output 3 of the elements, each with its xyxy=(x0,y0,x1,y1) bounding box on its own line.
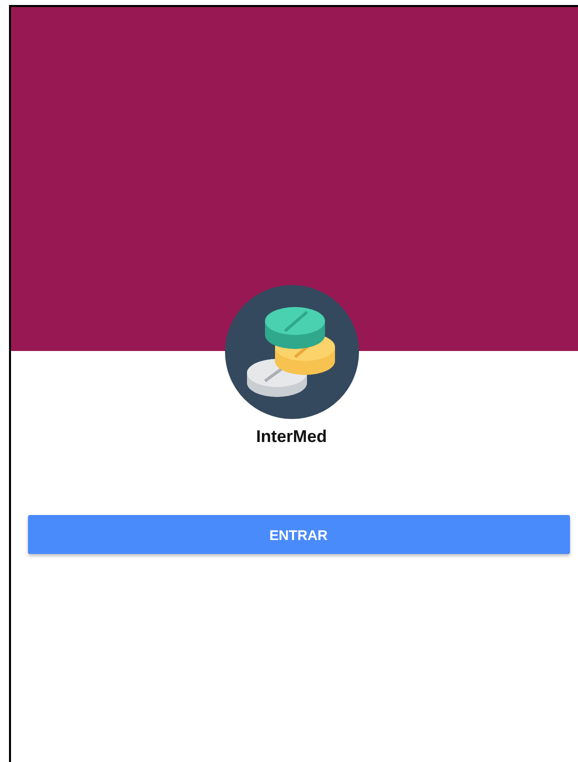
logo-icon xyxy=(224,285,358,419)
login-button[interactable]: ENTRAR xyxy=(28,515,570,554)
app-name: InterMed xyxy=(256,427,327,447)
